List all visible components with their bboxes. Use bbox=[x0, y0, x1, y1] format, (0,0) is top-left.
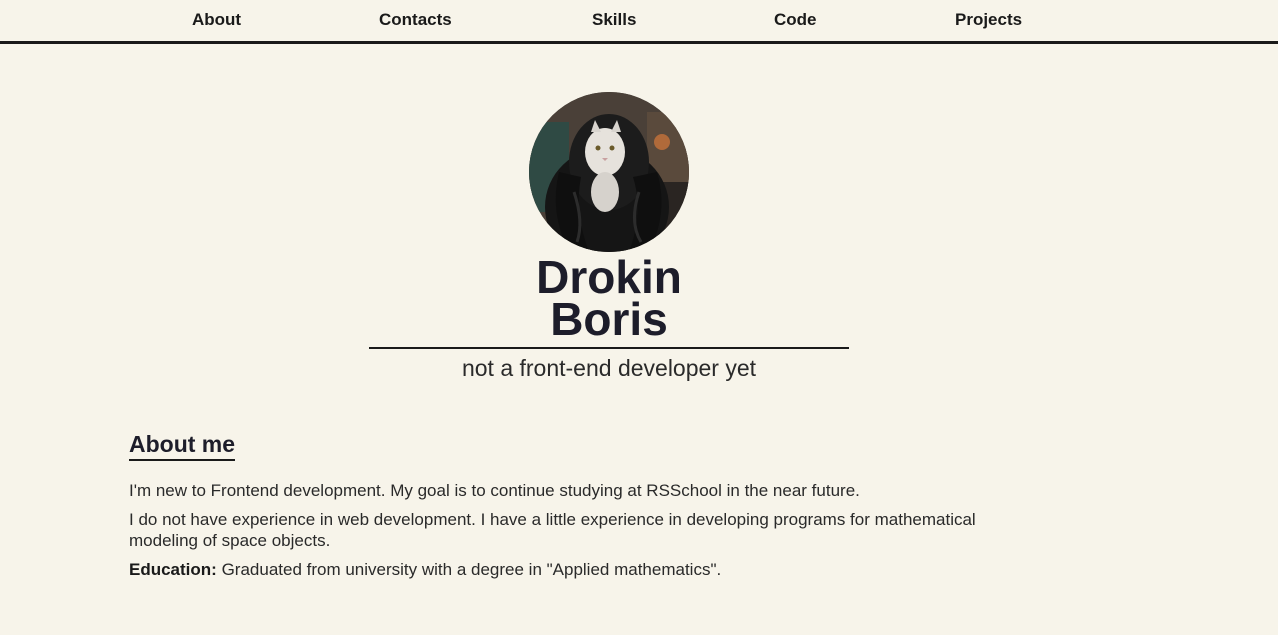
nav-contacts-link[interactable]: Contacts bbox=[379, 10, 452, 30]
nav-skills-link[interactable]: Skills bbox=[592, 10, 636, 30]
top-nav: About Contacts Skills Code Projects bbox=[0, 0, 1278, 44]
nav-code-link[interactable]: Code bbox=[774, 10, 817, 30]
nav-about-link[interactable]: About bbox=[192, 10, 241, 30]
profile-name: Drokin Boris bbox=[369, 251, 849, 345]
name-line-first: Drokin bbox=[536, 251, 682, 303]
name-line-last: Boris bbox=[550, 293, 668, 345]
name-divider bbox=[369, 347, 849, 349]
about-paragraph-2: I do not have experience in web developm… bbox=[129, 510, 976, 550]
education-text: Graduated from university with a degree … bbox=[216, 560, 722, 579]
nav-projects-link[interactable]: Projects bbox=[955, 10, 1022, 30]
profile-tagline: not a front-end developer yet bbox=[461, 355, 757, 381]
about-paragraph-1: I'm new to Frontend development. My goal… bbox=[129, 481, 860, 500]
avatar bbox=[529, 92, 689, 252]
education-label: Education: bbox=[129, 560, 217, 579]
avatar-photo-image bbox=[529, 92, 689, 252]
about-heading: About me bbox=[129, 430, 236, 461]
about-education: Education: Graduated from university wit… bbox=[129, 559, 1059, 580]
